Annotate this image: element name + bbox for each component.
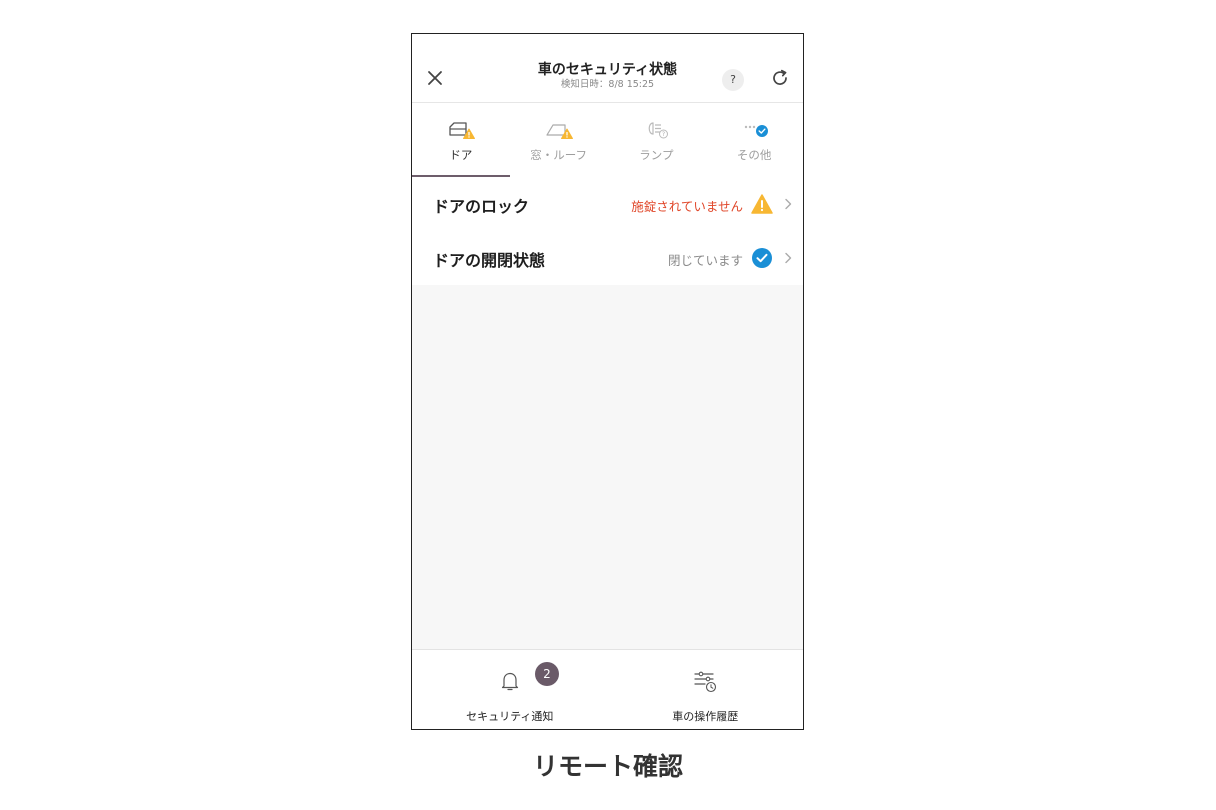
door-open-status-row[interactable]: ドアの開閉状態 閉じています	[412, 231, 803, 285]
nav-operation-history[interactable]: 車の操作履歴	[608, 650, 804, 729]
lamp-icon: ?	[649, 122, 669, 139]
detection-time: 検知日時：8/8 15:25	[560, 79, 655, 90]
empty-content-area	[412, 285, 803, 649]
tab-lamp[interactable]: ? ランプ	[608, 103, 706, 177]
caption: リモート確認	[532, 752, 683, 781]
phone-frame: 車のセキュリティ状態 検知日時：8/8 15:25 ? ドア 窓・ルーフ ? ラ…	[411, 33, 804, 730]
row-status: 閉じています	[667, 253, 743, 268]
notification-badge: 2	[535, 662, 559, 686]
close-icon[interactable]	[425, 68, 445, 88]
nav-security-notifications[interactable]: 2 セキュリティ通知	[412, 650, 608, 729]
refresh-icon[interactable]	[769, 67, 791, 89]
row-label: ドアのロック	[433, 197, 530, 216]
svg-text:?: ?	[662, 131, 665, 138]
warning-icon	[751, 194, 773, 214]
page-title: 車のセキュリティ状態	[537, 62, 678, 78]
help-button[interactable]: ?	[722, 69, 744, 91]
door-icon	[449, 122, 475, 139]
bottom-nav: 2 セキュリティ通知 車の操作履歴	[412, 649, 804, 729]
header-title-group: 車のセキュリティ状態 検知日時：8/8 15:25	[502, 62, 713, 91]
check-icon	[752, 248, 772, 268]
tab-label: ランプ	[639, 148, 674, 162]
tab-door[interactable]: ドア	[412, 103, 510, 178]
bell-icon	[501, 672, 518, 691]
row-label: ドアの開閉状態	[433, 251, 546, 270]
row-status: 施錠されていません	[631, 199, 743, 214]
tab-label: その他	[736, 148, 772, 162]
app-header: 車のセキュリティ状態 検知日時：8/8 15:25 ?	[412, 34, 803, 103]
tab-label: ドア	[449, 148, 473, 162]
window-icon	[546, 124, 573, 139]
chevron-right-icon	[785, 252, 792, 264]
category-tabs: ドア 窓・ルーフ ? ランプ その他	[412, 103, 803, 178]
history-sliders-icon	[694, 671, 717, 693]
tab-other[interactable]: その他	[705, 103, 803, 177]
chevron-right-icon	[785, 198, 792, 210]
tab-label: 窓・ルーフ	[530, 148, 588, 162]
check-icon	[756, 125, 769, 137]
nav-label: セキュリティ通知	[466, 710, 554, 723]
nav-label: 車の操作履歴	[672, 710, 739, 723]
door-lock-row[interactable]: ドアのロック 施錠されていません	[412, 177, 803, 231]
tab-window-roof[interactable]: 窓・ルーフ	[510, 103, 608, 177]
more-icon	[744, 125, 769, 137]
